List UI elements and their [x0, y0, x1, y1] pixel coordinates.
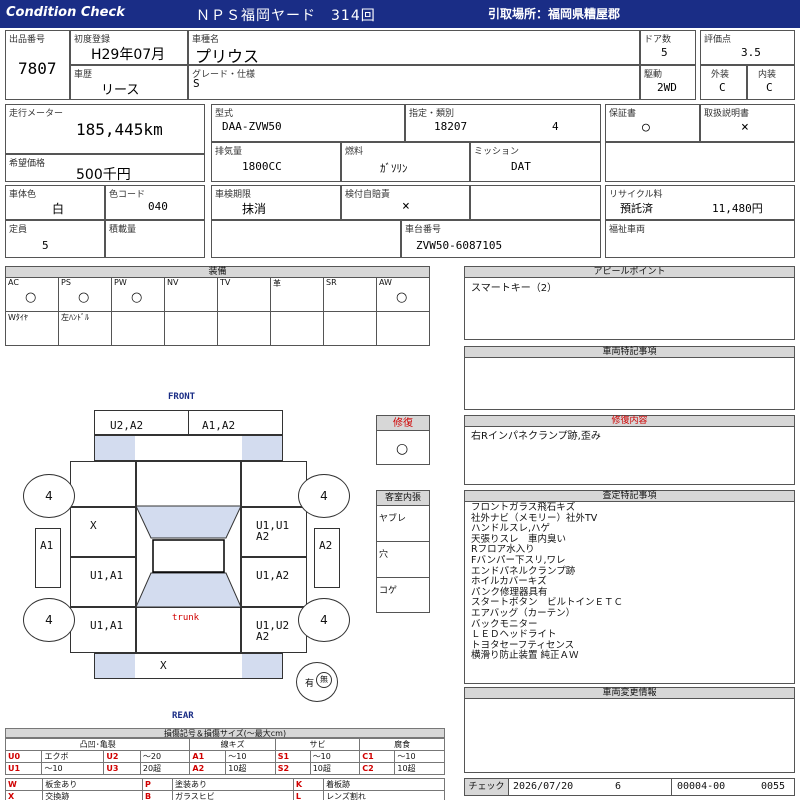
change-info-section: 車両変更情報 — [464, 687, 795, 773]
right-rear-door — [241, 557, 307, 607]
inspection-notes-list: フロントガラス飛石キズ 社外ナビ（メモリー）社外TV ハンドルスレ,ハゲ 天張りスレ … — [471, 502, 623, 662]
equipment-item: 左ﾊﾝﾄﾞﾙ — [59, 312, 112, 346]
equipment-item: PS ○ — [59, 278, 112, 312]
mileage-cell: 走行メーター 185,445km — [5, 104, 205, 154]
car-name: プリウス — [195, 47, 260, 66]
price-cell: 希望価格 500千円 — [5, 154, 205, 183]
score-cell: 評価点 3.5 — [700, 30, 795, 65]
displacement-cell: 排気量 1800CC — [211, 142, 341, 182]
inspection-note: フロントガラス飛石キズ — [471, 502, 576, 513]
equipment-item: AC ○ — [6, 278, 59, 312]
footer-bar: チェック 2026/07/20 6 00004-00 0055 — [464, 778, 795, 796]
inspection-cell: 車検期限 抹消 — [211, 185, 341, 220]
tire-front-left: 4 — [23, 474, 75, 518]
equipment-item — [324, 312, 377, 346]
chassis-blank-cell — [211, 220, 401, 258]
left-fender — [70, 461, 136, 507]
trunk-label: trunk — [172, 613, 200, 623]
inspection-note: エアバッグ（カーテン） — [471, 607, 576, 619]
equipment-title: 装備 — [6, 267, 429, 278]
rear-label: REAR — [172, 711, 194, 721]
equipment-item — [112, 312, 165, 346]
tire-front-right: 4 — [298, 474, 350, 518]
brand-title: Condition Check — [6, 5, 125, 20]
equipment-item: SR — [324, 278, 377, 312]
welfare-cell: 福祉車両 — [605, 220, 795, 258]
left-mirror — [35, 528, 61, 588]
left-rear-door — [70, 557, 136, 607]
first-registration: H29年07月 — [91, 47, 166, 63]
equipment-item: AW ○ — [377, 278, 430, 312]
recycle-cell: リサイクル料 預託済 11,480円 — [605, 185, 795, 220]
mileage: 185,445km — [76, 120, 163, 139]
equipment-item: PW ○ — [112, 278, 165, 312]
capacity-cell: 定員 5 — [5, 220, 105, 258]
repair-text: 右Rインパネクランプ跡,歪み — [471, 431, 601, 442]
exterior-cell: 外装 C — [700, 65, 747, 100]
appeal-section: アピールポイント スマートキー（2） — [464, 266, 795, 340]
equipment-item: 革 — [271, 278, 324, 312]
front-label: FRONT — [168, 392, 196, 402]
first-reg-cell: 初度登録 H29年07月 — [70, 30, 188, 65]
inspection-note: Fバンパー下スリ,ワレ — [471, 554, 566, 566]
fuel-cell: 燃料 ｶﾞｿﾘﾝ — [341, 142, 470, 182]
model-cell: 型式 DAA-ZVW50 — [211, 104, 405, 142]
lot-number: 7807 — [18, 59, 57, 78]
appeal-text: スマートキー（2） — [471, 283, 558, 294]
equipment-item — [218, 312, 271, 346]
header-bar: Condition Check ＮＰＳ福岡ヤード 314回 引取場所：福岡県糟屋… — [0, 0, 800, 28]
inspection-note: 横滑り防止装置 純正ＡＷ — [471, 650, 579, 662]
drive-cell: 駆動 2WD — [640, 65, 696, 100]
evaluation-score: 3.5 — [741, 46, 761, 59]
spare-tire: 有 無 — [296, 662, 338, 702]
windshield — [136, 505, 241, 607]
car-name-cell: 車種名 プリウス — [188, 30, 640, 66]
equipment-item — [165, 312, 218, 346]
repair-flag-mark: ○ — [396, 441, 409, 457]
right-mirror — [314, 528, 340, 588]
repair-section: 修復内容 右Rインパネクランプ跡,歪み — [464, 415, 795, 485]
manual-cell: 取扱説明書 × — [700, 104, 795, 142]
mission-cell: ミッション DAT — [470, 142, 601, 182]
color-code-cell: 色コード 040 — [105, 185, 205, 220]
grade-cell: グレード・仕様 S — [188, 65, 640, 100]
pickup-location: 引取場所：福岡県糟屋郡 — [488, 7, 621, 21]
spec-class-cell: 指定・類別 18207 4 — [405, 104, 601, 142]
liability-cell: 検付自賠責 × — [341, 185, 470, 220]
equipment-item: TV — [218, 278, 271, 312]
damage-legend: 損傷記号＆損傷サイズ(～最大cm) 凸凹･亀裂 線キズ サビ 腐食 U0 エクボ U… — [4, 728, 445, 800]
interior-cell: 内装 C — [747, 65, 795, 100]
color-cell: 車体色 白 — [5, 185, 105, 220]
repair-flag-box: 修復 ○ — [376, 415, 430, 465]
left-front-door — [70, 507, 136, 557]
interior-lining-box: 客室内張 ヤブレ 穴 コゲ — [376, 490, 430, 613]
right-front-door — [241, 507, 307, 557]
tire-rear-right: 4 — [298, 598, 350, 642]
tire-rear-left: 4 — [23, 598, 75, 642]
liability-extra-cell — [470, 185, 601, 220]
sheet-title: ＮＰＳ福岡ヤード 314回 — [196, 8, 376, 24]
warranty-cell: 保証書 ○ — [605, 104, 700, 142]
history-cell: 車歴 リース — [70, 65, 188, 100]
special-notes-section: 車両特記事項 — [464, 346, 795, 410]
equipment-item: Wﾀｲﾔ — [6, 312, 59, 346]
doors-cell: ドア数 5 — [640, 30, 696, 65]
equipment-item: NV — [165, 278, 218, 312]
lot-number-cell: 出品番号 7807 — [5, 30, 70, 100]
equipment-table: 装備 AC ○ PS ○ PW ○ NV TV 革 SR AW ○ Wﾀｲﾔ 左ﾊﾝﾄﾞﾙ — [5, 266, 430, 346]
empty-spec-cell — [605, 142, 795, 182]
equipment-item — [271, 312, 324, 346]
right-fender — [241, 461, 307, 507]
chassis-cell: 車台番号 ZVW50-6087105 — [401, 220, 601, 258]
inspection-notes-section: 査定特記事項 フロントガラス飛石キズ 社外ナビ（メモリー）社外TV ハンドルスレ,ハ… — [464, 490, 795, 684]
load-cell: 積載量 — [105, 220, 205, 258]
